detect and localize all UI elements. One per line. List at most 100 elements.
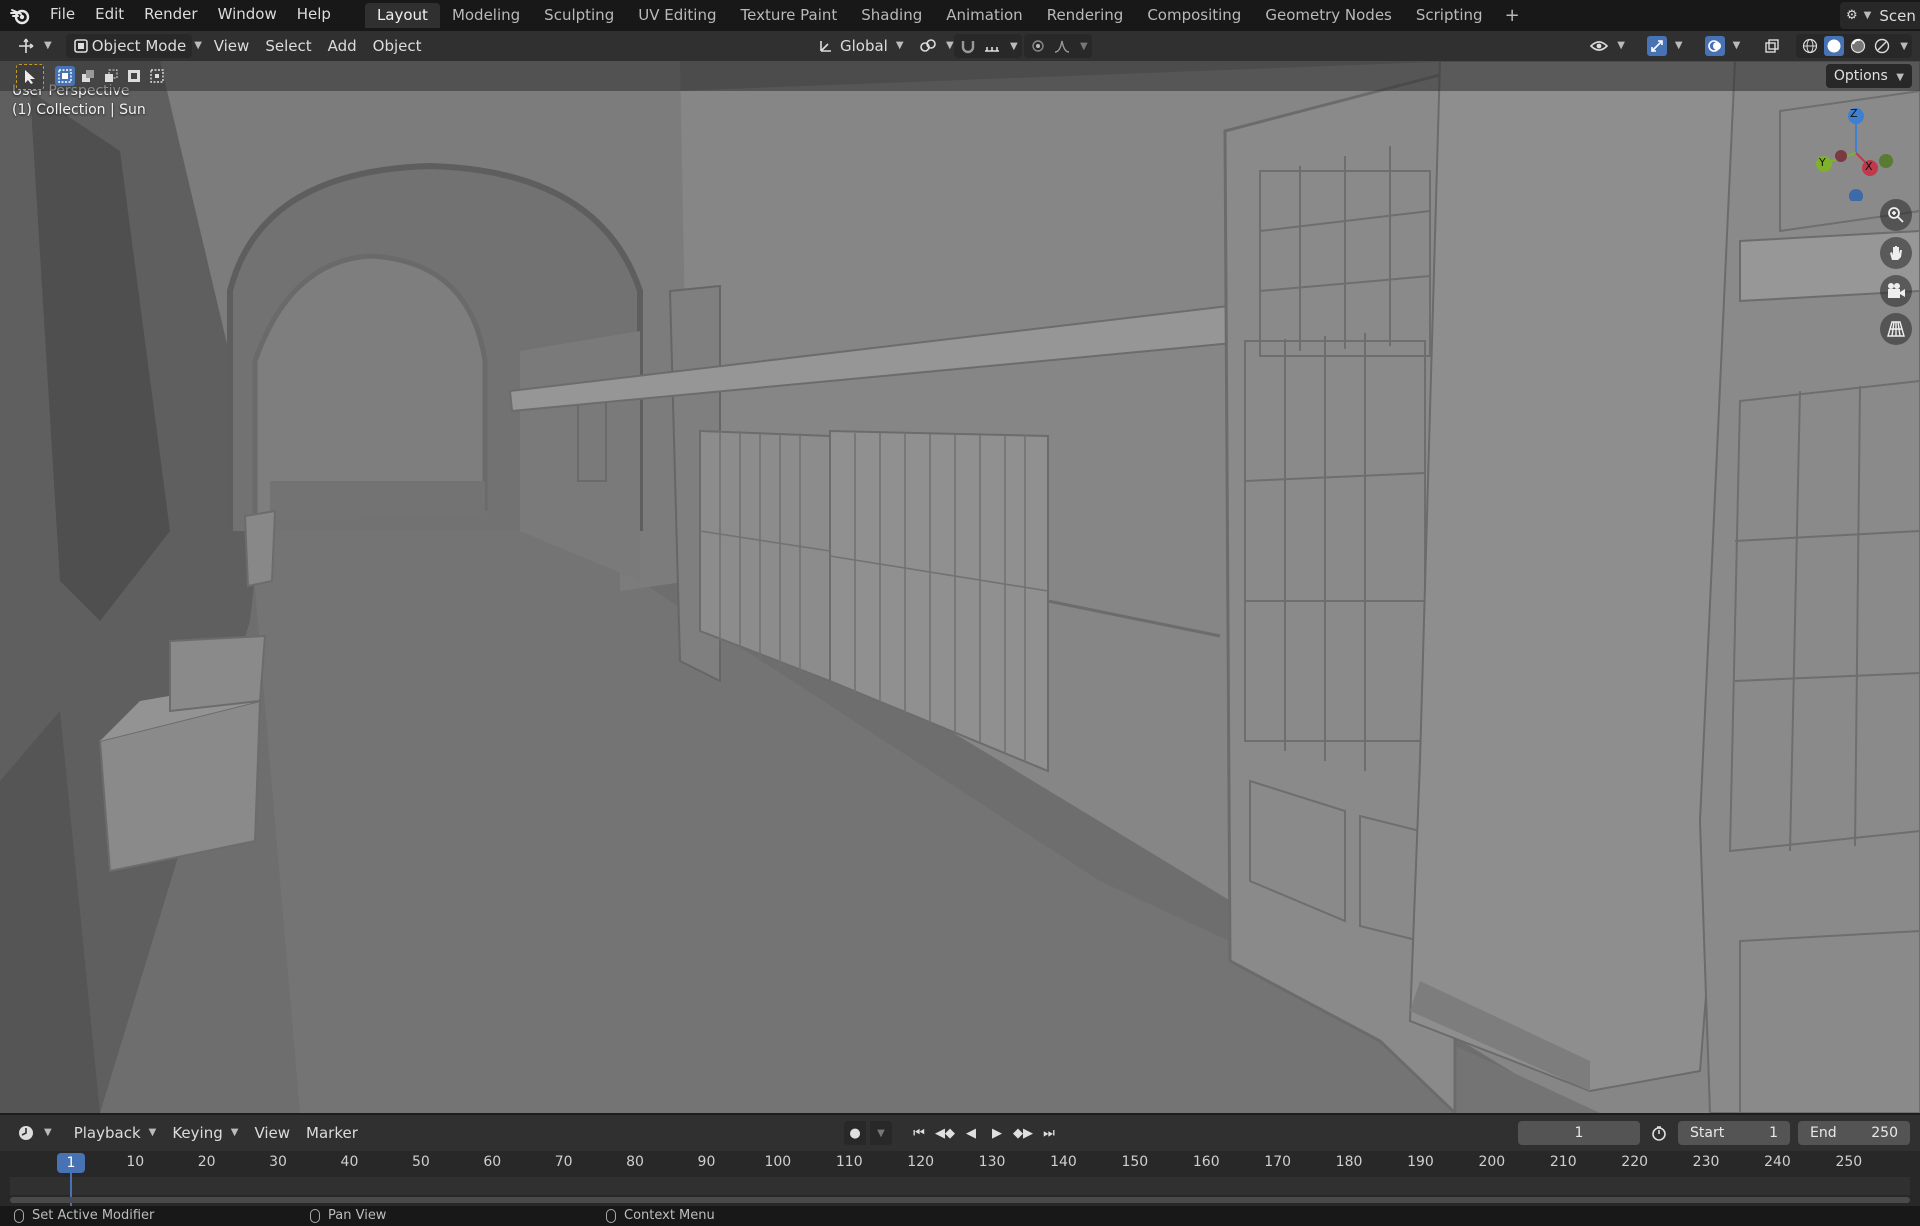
overlays-toggle[interactable]: ▼ bbox=[1697, 34, 1749, 58]
pan-hand-icon[interactable] bbox=[1880, 237, 1912, 269]
menu-object[interactable]: Object bbox=[365, 34, 430, 58]
play-icon[interactable]: ▶ bbox=[986, 1121, 1008, 1145]
chevron-down-icon: ▼ bbox=[1896, 72, 1904, 83]
material-shading-icon[interactable] bbox=[1848, 36, 1868, 56]
end-frame-field[interactable]: End 250 bbox=[1798, 1121, 1910, 1145]
blender-logo-icon[interactable] bbox=[0, 0, 40, 31]
chevron-down-icon[interactable]: ▼ bbox=[870, 1121, 892, 1145]
xray-icon bbox=[1762, 36, 1782, 56]
frame-tick-label: 120 bbox=[907, 1154, 935, 1170]
menu-edit[interactable]: Edit bbox=[85, 0, 134, 31]
select-subtract-icon[interactable] bbox=[101, 66, 121, 86]
snap-increment-icon[interactable] bbox=[982, 36, 1002, 56]
stopwatch-icon[interactable] bbox=[1648, 1122, 1670, 1144]
status-left-text: Set Active Modifier bbox=[32, 1208, 155, 1223]
zoom-icon[interactable] bbox=[1880, 199, 1912, 231]
mode-dropdown[interactable]: Object Mode ▼ bbox=[65, 34, 202, 58]
menu-help[interactable]: Help bbox=[287, 0, 341, 31]
frame-tick-label: 150 bbox=[1121, 1154, 1149, 1170]
gizmo-y-label: Y bbox=[1819, 156, 1826, 169]
falloff-curve-icon[interactable] bbox=[1052, 36, 1072, 56]
end-value: 250 bbox=[1871, 1125, 1898, 1141]
visibility-dropdown[interactable]: ▼ bbox=[1581, 34, 1633, 58]
gizmo-toggle[interactable]: ▼ bbox=[1639, 34, 1691, 58]
grid-perspective-icon[interactable] bbox=[1880, 313, 1912, 345]
menu-view[interactable]: View bbox=[206, 34, 258, 58]
timeline-header: ▼ Playback ▼ Keying ▼ View Marker ● ▼ ⏮ ◀◆… bbox=[0, 1113, 1920, 1151]
orientation-label: Global bbox=[840, 37, 888, 55]
mouse-left-icon bbox=[14, 1208, 24, 1223]
selection-mode-group bbox=[55, 66, 167, 86]
next-keyframe-icon[interactable]: ◆▶ bbox=[1012, 1121, 1034, 1145]
jump-end-icon[interactable]: ⏭ bbox=[1038, 1121, 1060, 1145]
menu-keying[interactable]: Keying ▼ bbox=[164, 1121, 246, 1145]
current-frame-indicator[interactable]: 1 bbox=[57, 1153, 85, 1173]
chevron-down-icon: ▼ bbox=[1010, 40, 1018, 52]
add-workspace-button[interactable]: + bbox=[1495, 5, 1530, 26]
select-tool-button[interactable] bbox=[16, 64, 44, 90]
select-invert-icon[interactable] bbox=[124, 66, 144, 86]
xray-toggle[interactable] bbox=[1754, 34, 1790, 58]
overlays-icon bbox=[1704, 36, 1725, 56]
tab-scripting[interactable]: Scripting bbox=[1404, 3, 1495, 28]
menu-timeline-view[interactable]: View bbox=[246, 1121, 298, 1145]
options-dropdown[interactable]: Options ▼ bbox=[1825, 64, 1912, 88]
start-value: 1 bbox=[1769, 1125, 1778, 1141]
select-new-icon[interactable] bbox=[55, 66, 75, 86]
magnet-icon[interactable] bbox=[958, 36, 978, 56]
timeline-editor-type[interactable]: ▼ bbox=[8, 1121, 60, 1145]
editor-type-button[interactable]: ▼ bbox=[8, 34, 60, 58]
tab-uv-editing[interactable]: UV Editing bbox=[626, 3, 728, 28]
viewport-header-right: ▼ ▼ ▼ ▼ bbox=[1581, 31, 1920, 61]
tab-shading[interactable]: Shading bbox=[849, 3, 934, 28]
timeline-area[interactable]: 10 20 30 40 50 60 70 80 90 100 110 120 130 140 150 160 1… bbox=[0, 1151, 1920, 1206]
chevron-down-icon: ▼ bbox=[1674, 40, 1683, 51]
tab-geometry-nodes[interactable]: Geometry Nodes bbox=[1253, 3, 1404, 28]
play-reverse-icon[interactable]: ◀ bbox=[960, 1121, 982, 1145]
select-intersect-icon[interactable] bbox=[147, 66, 167, 86]
rendered-shading-icon[interactable] bbox=[1872, 36, 1892, 56]
tab-layout[interactable]: Layout bbox=[364, 3, 440, 28]
frame-tick-label: 180 bbox=[1335, 1154, 1363, 1170]
select-extend-icon[interactable] bbox=[78, 66, 98, 86]
menu-window[interactable]: Window bbox=[208, 0, 287, 31]
frame-tick-label: 200 bbox=[1478, 1154, 1506, 1170]
top-menu-bar: File Edit Render Window Help Layout Mode… bbox=[0, 0, 1920, 31]
frame-tick-label: 100 bbox=[764, 1154, 792, 1170]
menu-file[interactable]: File bbox=[40, 0, 85, 31]
status-right: Context Menu bbox=[606, 1208, 715, 1223]
camera-icon[interactable] bbox=[1880, 275, 1912, 307]
menu-render[interactable]: Render bbox=[134, 0, 207, 31]
menu-playback[interactable]: Playback ▼ bbox=[66, 1121, 165, 1145]
solid-shading-icon[interactable] bbox=[1824, 36, 1845, 56]
proportional-edit-icon[interactable] bbox=[1028, 36, 1048, 56]
prev-keyframe-icon[interactable]: ◀◆ bbox=[934, 1121, 956, 1145]
mode-label: Object Mode bbox=[91, 37, 187, 55]
frame-tick-label: 40 bbox=[340, 1154, 359, 1170]
tab-sculpting[interactable]: Sculpting bbox=[532, 3, 626, 28]
3d-viewport[interactable]: User Perspective (1) Collection | Sun Z … bbox=[0, 61, 1920, 1113]
chevron-down-icon[interactable]: ▼ bbox=[1900, 41, 1908, 52]
timeline-scrollbar[interactable] bbox=[10, 1197, 1910, 1203]
navigation-gizmo[interactable]: Z Y X bbox=[1804, 101, 1904, 203]
status-middle: Pan View bbox=[310, 1208, 386, 1223]
timeline-track[interactable] bbox=[10, 1177, 1910, 1195]
tab-texture-paint[interactable]: Texture Paint bbox=[728, 3, 849, 28]
current-frame-field[interactable]: 1 bbox=[1518, 1121, 1640, 1145]
tab-compositing[interactable]: Compositing bbox=[1135, 3, 1253, 28]
menu-select[interactable]: Select bbox=[257, 34, 319, 58]
orientation-dropdown[interactable]: Global ▼ bbox=[808, 34, 912, 58]
tab-rendering[interactable]: Rendering bbox=[1035, 3, 1136, 28]
tab-modeling[interactable]: Modeling bbox=[440, 3, 532, 28]
tab-animation[interactable]: Animation bbox=[934, 3, 1034, 28]
scene-selector[interactable]: ⚙ ▼ Scen bbox=[1840, 2, 1920, 29]
wireframe-shading-icon[interactable] bbox=[1800, 36, 1820, 56]
start-frame-field[interactable]: Start 1 bbox=[1678, 1121, 1790, 1145]
record-icon[interactable]: ● bbox=[844, 1121, 866, 1145]
frame-tick-label: 250 bbox=[1835, 1154, 1863, 1170]
menu-add[interactable]: Add bbox=[320, 34, 365, 58]
gizmo-x-label: X bbox=[1865, 160, 1873, 173]
menu-marker[interactable]: Marker bbox=[298, 1121, 366, 1145]
chevron-down-icon: ▼ bbox=[194, 40, 202, 51]
jump-start-icon[interactable]: ⏮ bbox=[908, 1121, 930, 1145]
